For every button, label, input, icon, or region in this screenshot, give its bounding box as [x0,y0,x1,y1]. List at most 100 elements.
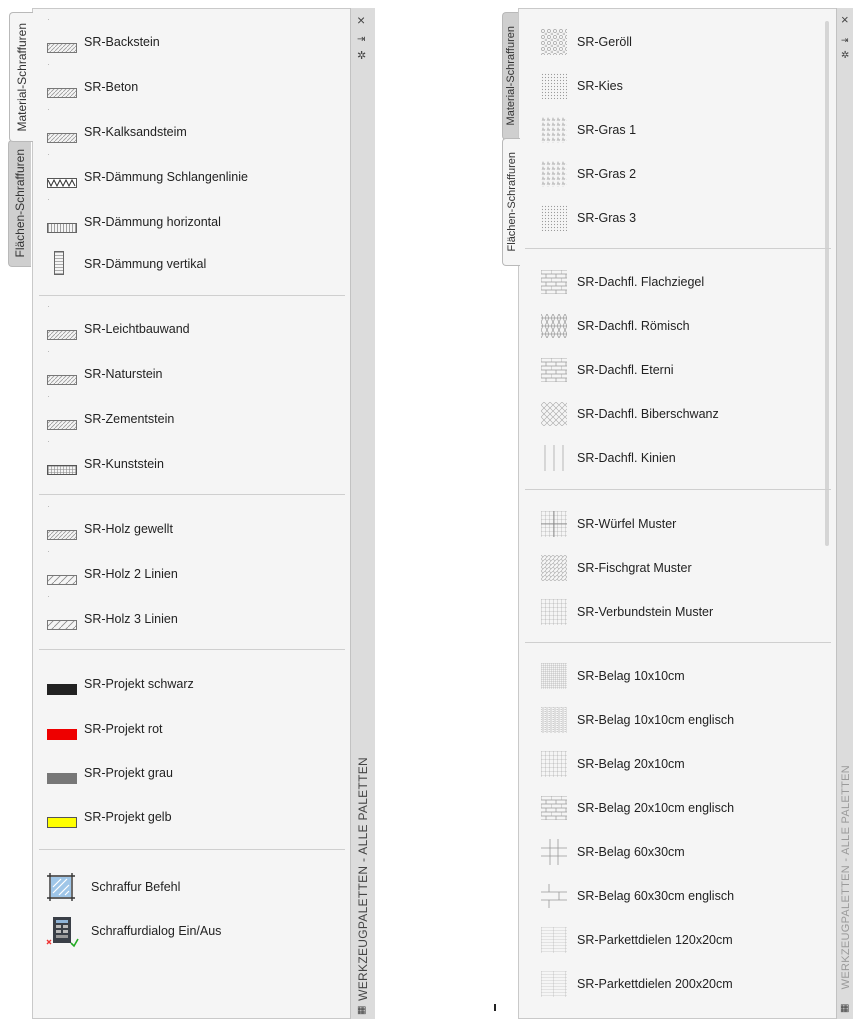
tool-sr-dachfl-flachziegel[interactable]: SR-Dachfl. Flachziegel [519,265,837,299]
tool-sr-projekt-rot[interactable]: SR-Projekt rot [33,712,351,746]
pattern-planks-icon [537,969,571,999]
hatch-dialog-icon [45,914,79,948]
pattern-bricks-icon [537,355,571,385]
pattern-fineoffset-icon [537,705,571,735]
tool-sr-dachfl-eterni[interactable]: SR-Dachfl. Eterni [519,353,837,387]
separator [525,489,831,490]
settings-icon[interactable]: ✲ [841,50,849,62]
separator [525,642,831,643]
tab-material-schraffuren[interactable]: Material-Schraffuren [9,12,33,142]
tool-sr-gras-3[interactable]: SR-Gras 3 [519,201,837,235]
tool-sr-zementstein[interactable]: SR-Zementstein [33,402,351,436]
hatch-diagonal-icon [46,121,78,143]
tool-sr-kies[interactable]: SR-Kies [519,69,837,103]
hatch-zigzag-icon [46,166,78,188]
pattern-bricks-icon [537,881,571,911]
pattern-roman-icon [537,311,571,341]
color-swatch [47,773,77,784]
tool-sr-belag-20x10-englisch[interactable]: SR-Belag 20x10cm englisch [519,791,837,825]
tool-sr-daemmung-horizontal[interactable]: SR-Dämmung horizontal [33,205,351,239]
tool-sr-projekt-gelb[interactable]: SR-Projekt gelb [33,800,351,834]
separator [39,494,345,495]
tool-sr-holz-gewellt[interactable]: SR-Holz gewellt [33,512,351,546]
tool-sr-parkettdielen-120x20[interactable]: SR-Parkettdielen 120x20cm [519,923,837,957]
tool-sr-kalksandsteim[interactable]: SR-Kalksandsteim [33,115,351,149]
tab-material-schraffuren[interactable]: Material-Schraffuren [502,12,519,140]
hatch-diagonal-icon [46,363,78,385]
pattern-bricks-icon [537,793,571,823]
hatch-grid-icon [46,453,78,475]
tool-sr-gras-2[interactable]: SR-Gras 2 [519,157,837,191]
close-icon[interactable]: × [357,13,365,27]
palette-content: SR-Geröll SR-Kies SR-Gras 1 SR-Gras 2 SR… [518,8,838,1019]
tool-sr-leichtbauwand[interactable]: SR-Leichtbauwand [33,312,351,346]
tool-sr-belag-60x30-englisch[interactable]: SR-Belag 60x30cm englisch [519,879,837,913]
pattern-cross-icon [537,837,571,867]
tool-sr-daemmung-vertikal[interactable]: SR-Dämmung vertikal [33,247,351,281]
pattern-cube-icon [537,509,571,539]
tool-sr-projekt-schwarz[interactable]: SR-Projekt schwarz [33,667,351,701]
tool-sr-belag-60x30[interactable]: SR-Belag 60x30cm [519,835,837,869]
palette-title: WERKZEUGPALETTEN - ALLE PALETTEN [839,764,852,989]
tab-flaechen-schraffuren[interactable]: Flächen-Schraffuren [502,138,520,266]
hatch-tall-icon [43,251,75,275]
separator [525,248,831,249]
tab-flaechen-schraffuren[interactable]: Flächen-Schraffuren [8,140,31,267]
tool-sr-geroell[interactable]: SR-Geröll [519,25,837,59]
separator [39,295,345,296]
tool-schraffurdialog-ein-aus[interactable]: Schraffurdialog Ein/Aus [33,911,351,951]
color-swatch [47,817,77,828]
tool-sr-dachfl-roemisch[interactable]: SR-Dachfl. Römisch [519,309,837,343]
pattern-herringbone-icon [537,553,571,583]
tool-sr-verbundstein-muster[interactable]: SR-Verbundstein Muster [519,595,837,629]
tool-sr-gras-1[interactable]: SR-Gras 1 [519,113,837,147]
pin-icon[interactable]: ⇥ [841,34,849,46]
text-cursor [494,1004,496,1011]
tool-sr-fischgrat-muster[interactable]: SR-Fischgrat Muster [519,551,837,585]
tool-sr-wuerfel-muster[interactable]: SR-Würfel Muster [519,507,837,541]
tool-sr-dachfl-kinien[interactable]: SR-Dachfl. Kinien [519,441,837,475]
settings-icon[interactable]: ✲ [357,50,366,62]
tool-sr-dachfl-biberschwanz[interactable]: SR-Dachfl. Biberschwanz [519,397,837,431]
tool-sr-holz-3-linien[interactable]: SR-Holz 3 Linien [33,602,351,636]
pattern-bricks-icon [537,267,571,297]
hatch-command-icon [45,871,77,903]
close-icon[interactable]: × [841,13,849,26]
pattern-gravel-icon [537,27,571,57]
pattern-grass-icon [537,115,571,145]
pattern-finegrid-icon [537,661,571,691]
palette-content: SR-Backstein SR-Beton SR-Kalksandsteim S… [32,8,352,1019]
separator [39,849,345,850]
tool-schraffur-befehl[interactable]: Schraffur Befehl [33,867,351,907]
tool-sr-backstein[interactable]: SR-Backstein [33,25,351,59]
tool-sr-belag-10x10-englisch[interactable]: SR-Belag 10x10cm englisch [519,703,837,737]
pin-icon[interactable]: ⇥ [357,34,365,46]
swatch-icon [46,806,78,828]
palette-tabs: Material-Schraffuren Flächen-Schraffuren [8,8,33,1019]
hatch-diagonal-icon [46,518,78,540]
tool-sr-parkettdielen-200x20[interactable]: SR-Parkettdielen 200x20cm [519,967,837,1001]
hatch-vertical-lines-icon [46,211,78,233]
tool-sr-daemmung-schlangenlinie[interactable]: SR-Dämmung Schlangenlinie [33,160,351,194]
pattern-planks-icon [537,925,571,955]
swatch-icon [46,762,78,784]
resize-grip-icon[interactable]: ▦ [840,1003,849,1015]
tool-sr-belag-10x10[interactable]: SR-Belag 10x10cm [519,659,837,693]
tool-palette-flaechen: Material-Schraffuren Flächen-Schraffuren [502,8,853,1019]
tool-sr-naturstein[interactable]: SR-Naturstein [33,357,351,391]
tool-sr-holz-2-linien[interactable]: SR-Holz 2 Linien [33,557,351,591]
palette-title-strip[interactable]: × ⇥ ✲ WERKZEUGPALETTEN - ALLE PALETTEN ▦ [350,8,375,1019]
tool-sr-kunststein[interactable]: SR-Kunststein [33,447,351,481]
tool-sr-beton[interactable]: SR-Beton [33,70,351,104]
resize-grip-icon[interactable]: ▦ [357,1005,366,1017]
hatch-diagonal-icon [46,76,78,98]
hatch-diagonal-icon [46,318,78,340]
hatch-diagonal-icon [46,608,78,630]
palette-title-strip[interactable]: × ⇥ ✲ WERKZEUGPALETTEN - ALLE PALETTEN ▦ [836,8,853,1019]
tool-sr-belag-20x10[interactable]: SR-Belag 20x10cm [519,747,837,781]
pattern-grid-icon [537,597,571,627]
hatch-diagonal-icon [46,408,78,430]
tool-palette-material: Material-Schraffuren Flächen-Schraffuren… [8,8,375,1019]
tool-sr-projekt-grau[interactable]: SR-Projekt grau [33,756,351,790]
color-swatch [47,684,77,695]
